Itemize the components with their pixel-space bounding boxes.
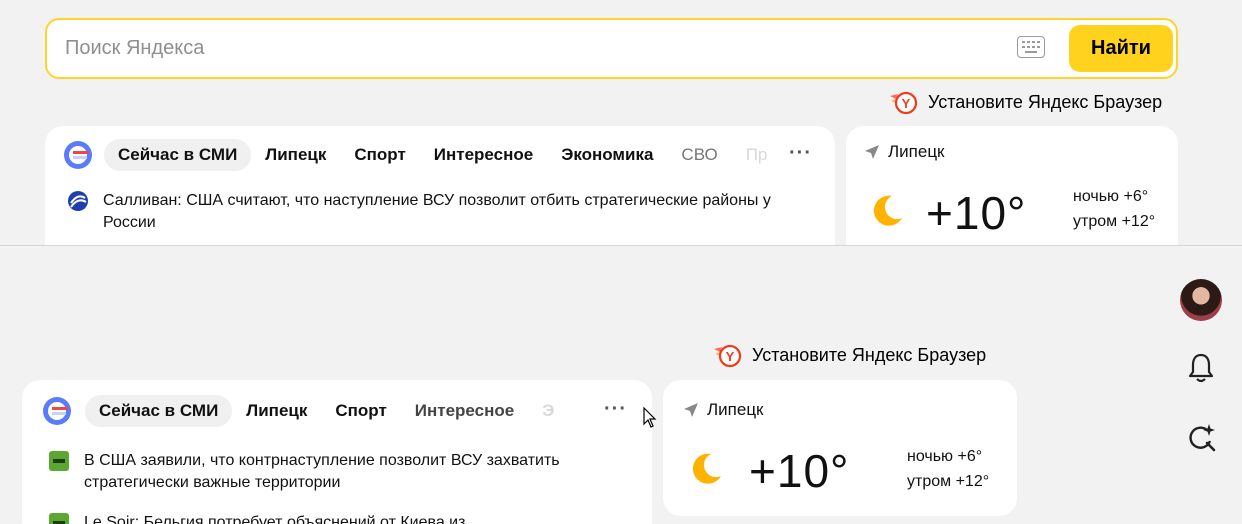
news-service-logo-icon[interactable] <box>42 396 72 431</box>
weather-city: Липецк <box>888 142 945 161</box>
news-item-text[interactable]: В США заявили, что контрнаступление позв… <box>84 450 628 494</box>
tab-now-in-media[interactable]: Сейчас в СМИ <box>104 139 252 171</box>
tab-interesting[interactable]: Интересное <box>401 395 528 427</box>
news-tabs-bottom: Сейчас в СМИ Липецк Спорт Интересное Э <box>85 395 568 427</box>
screen: Найти Y Установите Яндекс Браузер <box>0 0 1242 524</box>
moon-icon <box>692 453 721 484</box>
search-box[interactable]: Найти <box>45 18 1178 79</box>
svg-text:Y: Y <box>902 96 911 111</box>
weather-card-top[interactable]: Липецк +10° ночью +6° утром +12° <box>846 126 1178 245</box>
promo-text[interactable]: Установите Яндекс Браузер <box>752 345 986 366</box>
weather-city: Липецк <box>707 400 764 419</box>
weather-temperature: +10° <box>749 445 850 497</box>
location-arrow-icon <box>684 403 698 417</box>
globe-source-icon <box>67 190 89 212</box>
divider <box>0 245 1242 246</box>
tab-sport[interactable]: Спорт <box>340 139 419 171</box>
tab-lipetsk[interactable]: Липецк <box>232 395 321 427</box>
find-button[interactable]: Найти <box>1069 25 1173 72</box>
moon-icon <box>873 195 902 226</box>
mouse-cursor-icon <box>643 407 657 428</box>
user-avatar[interactable] <box>1180 279 1222 321</box>
weather-morning: утром +12° <box>1073 213 1156 230</box>
news-item-text[interactable]: Салливан: США считают, что наступление В… <box>103 190 807 234</box>
location-arrow-icon <box>865 145 879 159</box>
weather-location[interactable]: Липецк <box>683 400 764 420</box>
tab-economy[interactable]: Экономика <box>547 139 667 171</box>
tab-sport[interactable]: Спорт <box>321 395 400 427</box>
weather-location[interactable]: Липецк <box>864 142 945 162</box>
news-card-bottom: Сейчас в СМИ Липецк Спорт Интересное Э ·… <box>22 380 652 524</box>
tab-interesting[interactable]: Интересное <box>420 139 547 171</box>
tab-faded[interactable]: Пр <box>732 139 782 171</box>
search-input[interactable] <box>65 20 965 77</box>
yandex-browser-logo-icon: Y <box>888 90 918 115</box>
tab-svo[interactable]: СВО <box>667 139 731 171</box>
keyboard-icon[interactable] <box>1017 36 1045 58</box>
install-browser-promo[interactable]: Y Установите Яндекс Браузер <box>888 90 1162 115</box>
top-view: Найти Y Установите Яндекс Браузер <box>0 0 1242 245</box>
news-tabs-top: Сейчас в СМИ Липецк Спорт Интересное Эко… <box>104 139 781 171</box>
more-tabs-button[interactable]: ··· <box>789 142 812 165</box>
weather-night: ночью +6° <box>1073 188 1149 205</box>
news-item[interactable]: Салливан: США считают, что наступление В… <box>67 190 807 234</box>
news-item[interactable]: В США заявили, что контрнаступление позв… <box>48 450 628 494</box>
yandex-browser-logo-icon: Y <box>712 343 742 368</box>
news-card-top: Сейчас в СМИ Липецк Спорт Интересное Эко… <box>45 126 835 245</box>
weather-night: ночью +6° <box>907 448 983 465</box>
weather-temperature: +10° <box>926 187 1027 239</box>
install-browser-promo[interactable]: Y Установите Яндекс Браузер <box>712 343 986 368</box>
tab-now-in-media[interactable]: Сейчас в СМИ <box>85 395 233 427</box>
weather-forecast: ночью +6° утром +12° <box>907 444 989 494</box>
weather-forecast: ночью +6° утром +12° <box>1073 184 1155 234</box>
bell-icon[interactable] <box>1186 352 1216 389</box>
weather-morning: утром +12° <box>907 473 990 490</box>
news-service-logo-icon[interactable] <box>63 140 93 175</box>
news-item-text[interactable]: Le Soir: Бельгия потребует объяснений от… <box>84 512 465 524</box>
tab-faded[interactable]: Э <box>528 395 568 427</box>
weather-card-bottom[interactable]: Липецк +10° ночью +6° утром +12° <box>663 380 1017 516</box>
ai-search-icon[interactable] <box>1186 422 1218 459</box>
rt-source-icon <box>48 512 70 524</box>
promo-text[interactable]: Установите Яндекс Браузер <box>928 92 1162 113</box>
more-tabs-button[interactable]: ··· <box>604 398 627 421</box>
rt-source-icon <box>48 450 70 472</box>
news-item[interactable]: Le Soir: Бельгия потребует объяснений от… <box>48 512 628 524</box>
tab-lipetsk[interactable]: Липецк <box>251 139 340 171</box>
svg-text:Y: Y <box>726 349 735 364</box>
